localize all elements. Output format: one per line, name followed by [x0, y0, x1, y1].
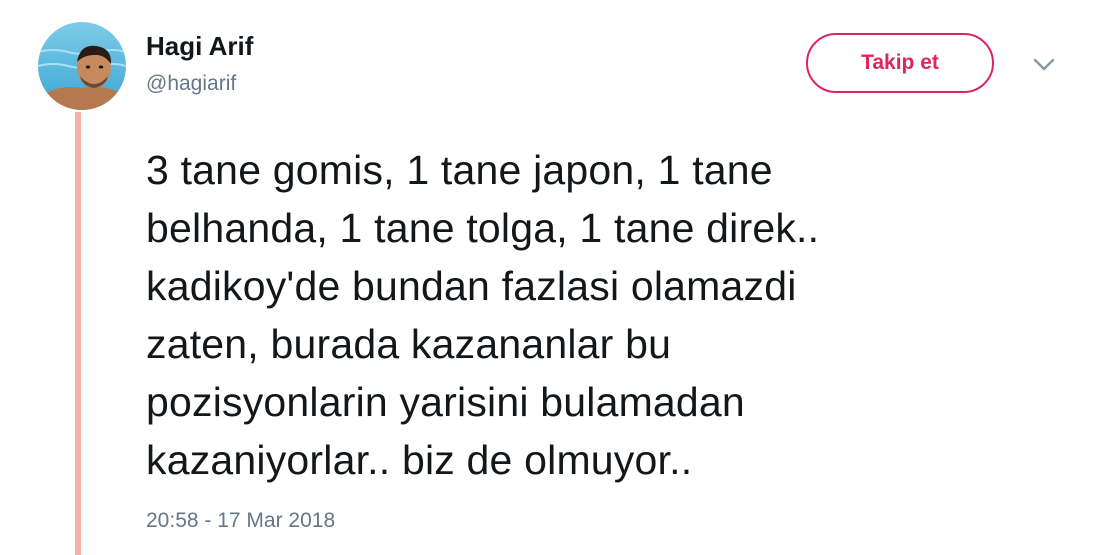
display-name[interactable]: Hagi Arif — [146, 31, 253, 62]
follow-button-label: Takip et — [861, 51, 939, 74]
avatar[interactable] — [38, 22, 126, 110]
follow-button[interactable]: Takip et — [806, 33, 994, 93]
avatar-photo — [38, 22, 126, 110]
tweet-timestamp[interactable]: 20:58 - 17 Mar 2018 — [146, 509, 335, 533]
more-options-button[interactable] — [1026, 50, 1062, 80]
thread-line — [75, 112, 81, 555]
chevron-down-icon — [1033, 58, 1055, 71]
username[interactable]: @hagiarif — [146, 72, 236, 96]
tweet-text: 3 tane gomis, 1 tane japon, 1 tane belha… — [146, 147, 820, 483]
